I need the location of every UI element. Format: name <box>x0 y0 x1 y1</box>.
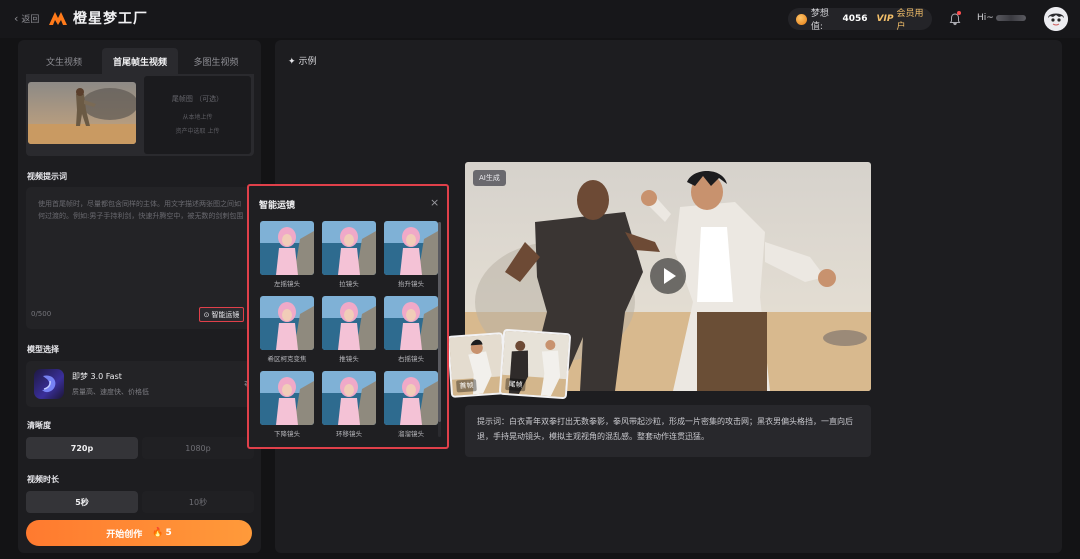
first-frame-image[interactable] <box>28 82 136 144</box>
camera-motion-preview <box>260 296 314 350</box>
prompt-label: 视频提示词 <box>27 172 67 181</box>
notification-dot <box>957 11 961 15</box>
tab-text-to-video[interactable]: 文生视频 <box>26 48 102 74</box>
vip-icon: VIP <box>876 14 894 24</box>
back-label: 返回 <box>21 15 40 25</box>
pick-asset-link[interactable]: 资产中选取 上传 <box>144 126 251 135</box>
user-greeting[interactable]: Hi~ <box>977 13 1026 23</box>
location-pin-icon: ⊙ <box>203 310 210 319</box>
camera-motion-label: 拉镜头 <box>339 280 359 288</box>
tab-multi-image[interactable]: 多图生视频 <box>178 48 254 74</box>
camera-motion-preview <box>322 221 376 275</box>
points-value: 4056 <box>842 14 868 24</box>
duration-10s[interactable]: 10秒 <box>142 491 254 513</box>
smart-camera-button[interactable]: ⊙ 智能运镜 <box>199 307 244 322</box>
camera-motion-item[interactable]: 拉镜头 <box>322 221 376 288</box>
start-create-button[interactable]: 开始创作 🔥 5 <box>26 520 252 546</box>
camera-motion-label: 下降镜头 <box>274 430 300 438</box>
prompt-placeholder: 使用首尾帧时，尽量都包含同样的主体。用文字描述两张图之间如何过渡的。例如:男子手… <box>38 200 244 220</box>
camera-motion-preview <box>384 221 438 275</box>
camera-motion-preview <box>260 371 314 425</box>
top-bar: ‹ 返回 橙星梦工厂 梦想值: 4056 VIP 会员用户 Hi~ <box>0 0 1080 38</box>
camera-motion-preview <box>384 296 438 350</box>
smart-camera-popup: 智能运镜 × 左摇镜头 拉镜头 抬升镜头 希区柯克变焦 推镜头 右摇镜头 下降镜… <box>247 184 449 449</box>
cost-badge: 🔥 5 <box>152 528 172 538</box>
points-badge[interactable]: 梦想值: 4056 VIP 会员用户 <box>788 8 932 32</box>
resolution-label: 清晰度 <box>27 421 51 430</box>
camera-motion-label: 抬升镜头 <box>398 280 424 288</box>
play-icon[interactable] <box>650 258 686 294</box>
camera-motion-item[interactable]: 下降镜头 <box>260 371 314 438</box>
resolution-options: 720p 1080p <box>26 437 254 459</box>
username-redacted <box>995 14 1026 21</box>
ai-generated-badge: AI生成 <box>473 170 506 186</box>
camera-motion-label: 推镜头 <box>339 355 359 363</box>
logo-icon <box>48 10 68 26</box>
duration-options: 5秒 10秒 <box>26 491 254 513</box>
points-label: 梦想值: <box>810 9 829 32</box>
camera-motion-label: 希区柯克变焦 <box>267 355 307 363</box>
example-caption: 提示词：白衣青年双拳打出无数拳影，拳风带起沙粒，形成一片密集的攻击网；黑衣男偏头… <box>465 405 871 457</box>
last-frame-label: 尾帧 <box>505 378 526 392</box>
model-logo-icon <box>34 369 64 399</box>
camera-motion-preview <box>384 371 438 425</box>
frame-uploads: 尾帧图 （可选） 从本地上传 资产中选取 上传 <box>26 74 254 156</box>
chevron-left-icon: ‹ <box>14 12 19 25</box>
camera-motion-preview <box>322 371 376 425</box>
camera-motion-item[interactable]: 希区柯克变焦 <box>260 296 314 363</box>
sparkle-icon: ✦ <box>288 57 296 67</box>
duration-label: 视频时长 <box>27 475 59 484</box>
model-selector[interactable]: 即梦 3.0 Fast 质量高、速度快、价格低 ⇄ <box>26 361 254 407</box>
camera-motion-item[interactable]: 右摇镜头 <box>384 296 438 363</box>
logo-text: 橙星梦工厂 <box>73 11 148 27</box>
camera-motion-item[interactable]: 左摇镜头 <box>260 221 314 288</box>
logo[interactable]: 橙星梦工厂 <box>48 8 148 28</box>
example-title: ✦ 示例 <box>288 57 317 67</box>
vip-label: 会员用户 <box>896 9 924 32</box>
create-panel: 文生视频 首尾帧生视频 多图生视频 尾帧图 （可选） 从本地上传 资产中选取 上… <box>18 40 261 553</box>
resolution-1080p[interactable]: 1080p <box>142 437 254 459</box>
last-frame-title: 尾帧图 （可选） <box>171 95 224 103</box>
camera-motion-item[interactable]: 推镜头 <box>322 296 376 363</box>
duration-5s[interactable]: 5秒 <box>26 491 138 513</box>
camera-motion-item[interactable]: 环移镜头 <box>322 371 376 438</box>
last-frame-upload[interactable]: 尾帧图 （可选） 从本地上传 资产中选取 上传 <box>144 76 251 154</box>
camera-motion-label: 左摇镜头 <box>274 280 300 288</box>
model-desc: 质量高、速度快、价格低 <box>72 388 149 396</box>
model-name: 即梦 3.0 Fast <box>72 372 122 381</box>
popup-scroll-thumb[interactable] <box>438 222 441 422</box>
close-icon[interactable]: × <box>430 196 439 209</box>
coin-icon <box>796 13 807 25</box>
resolution-720p[interactable]: 720p <box>26 437 138 459</box>
first-frame-thumbnail[interactable]: 首帧 <box>446 332 508 398</box>
model-label: 模型选择 <box>27 345 59 354</box>
camera-motion-label: 环移镜头 <box>336 430 362 438</box>
first-frame-label: 首帧 <box>456 379 477 393</box>
camera-motion-label: 溜溜镜头 <box>398 430 424 438</box>
popup-title: 智能运镜 <box>259 201 296 211</box>
camera-motion-preview <box>322 296 376 350</box>
mode-tabs: 文生视频 首尾帧生视频 多图生视频 <box>26 48 254 74</box>
tab-first-last-frame[interactable]: 首尾帧生视频 <box>102 48 178 74</box>
char-counter: 0/500 <box>31 310 52 318</box>
last-frame-thumbnail[interactable]: 尾帧 <box>498 328 572 400</box>
back-button[interactable]: ‹ 返回 <box>14 12 39 25</box>
camera-motion-label: 右摇镜头 <box>398 355 424 363</box>
camera-motion-preview <box>260 221 314 275</box>
flame-icon: 🔥 <box>152 528 164 538</box>
camera-motion-item[interactable]: 溜溜镜头 <box>384 371 438 438</box>
upload-local-link[interactable]: 从本地上传 <box>144 112 251 121</box>
avatar[interactable] <box>1044 7 1068 31</box>
camera-motion-item[interactable]: 抬升镜头 <box>384 221 438 288</box>
